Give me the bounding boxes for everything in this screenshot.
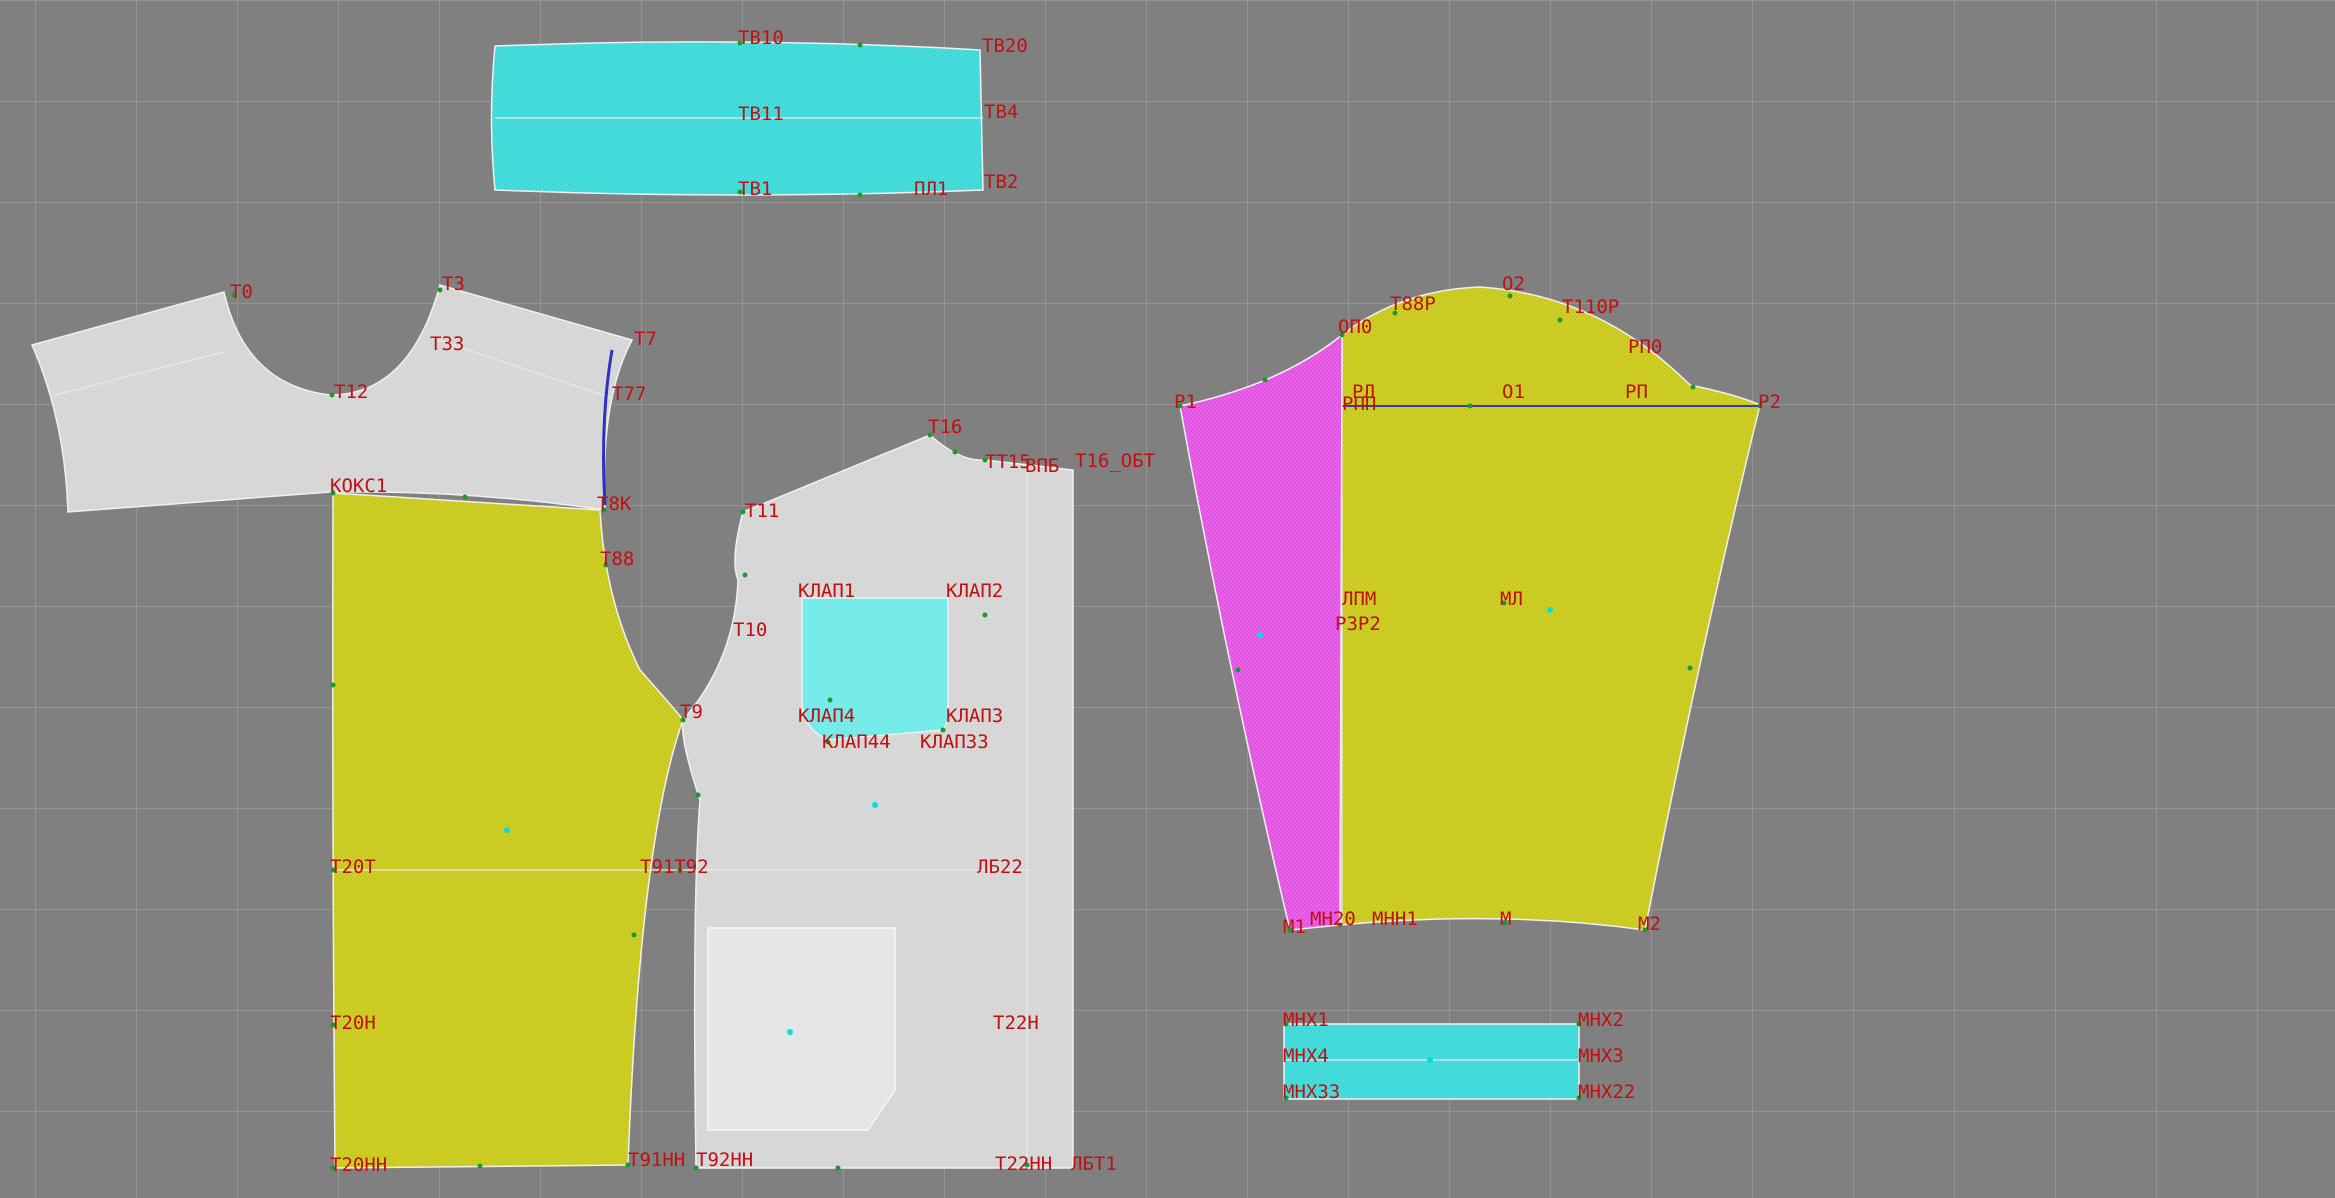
label-koks1: КОКС1 [330,475,387,497]
label-mnx22: МНХ22 [1578,1081,1635,1103]
label-t15: ТТ15 [985,451,1031,473]
label-t91nn: Т91НН [628,1149,685,1171]
label-mn2: МН20 [1310,908,1356,930]
label-lpm: ЛПМ [1342,588,1376,610]
label-m: М [1500,908,1511,930]
label-o1: О1 [1502,381,1525,403]
label-t3: Т3 [442,273,465,295]
label-t10: Т10 [733,619,767,641]
label-bpb: ВПБ [1025,455,1059,477]
pattern-workspace[interactable]: ТВ10 ТВ20 ТВ11 ТВ4 ТВ1 ПЛ1 ТВ2 Т0 Т3 Т33… [0,0,2335,1198]
label-t9: Т9 [680,701,703,723]
label-lbt1: ЛБТ1 [1071,1153,1117,1175]
label-mnx2: МНХ2 [1578,1009,1624,1031]
label-t16obt: Т16_ОБТ [1075,450,1155,472]
label-mnn1: МНН1 [1372,908,1418,930]
label-klap4: КЛАП4 [798,705,855,727]
label-t22nn: Т22НН [995,1153,1052,1175]
label-t7: Т7 [634,328,657,350]
label-t20t: Т20Т [330,856,376,878]
label-tb20: ТВ20 [982,35,1028,57]
label-klap33: КЛАП33 [920,731,989,753]
label-ml: МЛ [1500,588,1523,610]
label-lb22: ЛБ22 [977,856,1023,878]
pocket-piece [707,927,896,1131]
label-klap2: КЛАП2 [946,580,1003,602]
label-m2: М2 [1638,913,1661,935]
label-pl1: ПЛ1 [914,178,948,200]
label-o2: О2 [1502,273,1525,295]
pattern-canvas[interactable]: ТВ10 ТВ20 ТВ11 ТВ4 ТВ1 ПЛ1 ТВ2 Т0 Т3 Т33… [0,0,2335,1198]
label-mnx33: МНХ33 [1283,1081,1340,1103]
label-r1: Р1 [1174,391,1197,413]
label-m1: М1 [1283,916,1306,938]
label-t92nn: Т92НН [696,1149,753,1171]
label-t91t92: Т91Т92 [640,856,709,878]
label-t16: Т16 [928,416,962,438]
label-tb2: ТВ2 [984,171,1018,193]
label-t110r: Т110Р [1562,296,1619,318]
label-klap3: КЛАП3 [946,705,1003,727]
label-t33: Т33 [430,333,464,355]
label-t88r: Т88Р [1390,293,1436,315]
label-klap1: КЛАП1 [798,580,855,602]
label-t12: Т12 [334,381,368,403]
label-tb11: ТВ11 [738,103,784,125]
front-piece[interactable] [680,434,1074,1169]
label-t20nn: Т20НН [330,1154,387,1176]
label-tb4: ТВ4 [984,101,1018,123]
label-t0: Т0 [230,281,253,303]
label-t77: Т77 [612,383,646,405]
label-rpo: РП0 [1628,336,1662,358]
label-tb1: ТВ1 [738,178,772,200]
label-mnx1: МНХ1 [1283,1009,1329,1031]
label-klap44: КЛАП44 [822,731,891,753]
label-t88: Т88 [600,548,634,570]
label-tb10: ТВ10 [738,27,784,49]
label-r2: Р2 [1758,391,1781,413]
label-rpp: РПП [1342,393,1376,415]
label-rp: РП [1625,381,1648,403]
label-mnx4: МНХ4 [1283,1045,1329,1067]
label-rsr2: РЗР2 [1335,613,1381,635]
label-t8k: Т8К [597,493,632,515]
label-mnx3: МНХ3 [1578,1045,1624,1067]
label-ppo: ОП0 [1338,316,1372,338]
label-t20n: Т20Н [330,1012,376,1034]
label-t22n: Т22Н [993,1012,1039,1034]
label-t11: Т11 [745,500,779,522]
